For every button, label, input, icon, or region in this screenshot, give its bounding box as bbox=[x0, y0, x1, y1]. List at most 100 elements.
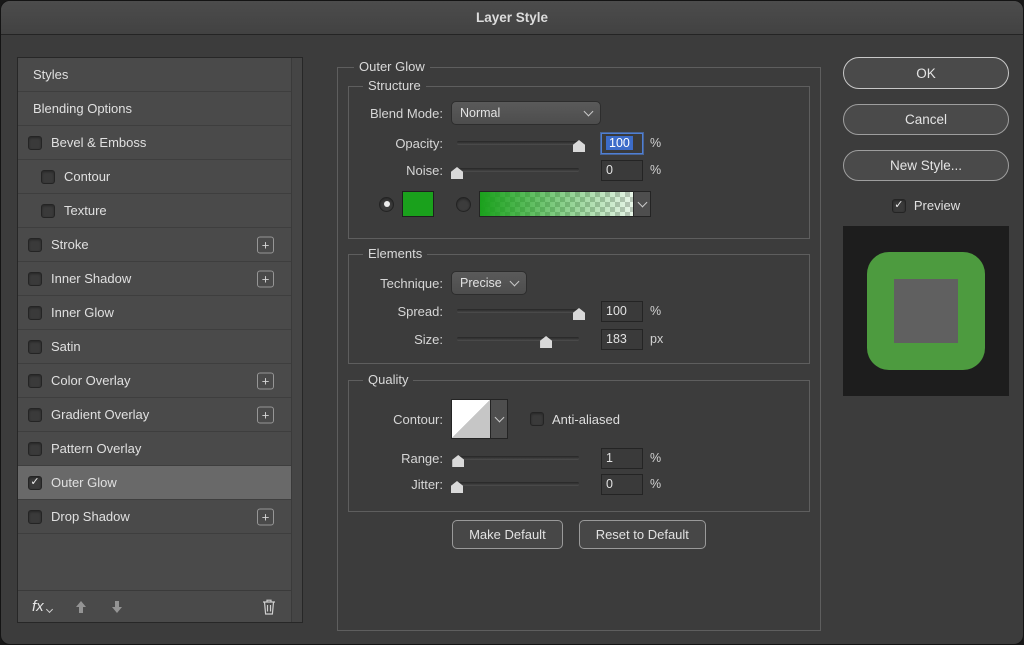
sidebar-item-styles[interactable]: Styles bbox=[18, 58, 291, 92]
gradient-picker-dropdown-button[interactable] bbox=[633, 192, 650, 216]
sidebar-item-label: Stroke bbox=[51, 237, 89, 252]
contour-picker[interactable] bbox=[451, 399, 508, 439]
size-row: Size: 183 px bbox=[349, 325, 809, 353]
structure-group: Structure Blend Mode: Normal Opacity: 10… bbox=[348, 78, 810, 239]
chevron-down-icon bbox=[637, 197, 647, 208]
add-gradient-overlay-button[interactable]: + bbox=[257, 406, 274, 423]
noise-slider-thumb[interactable] bbox=[451, 167, 463, 179]
texture-checkbox[interactable] bbox=[41, 203, 55, 218]
anti-aliased-label: Anti-aliased bbox=[552, 411, 620, 427]
noise-input[interactable]: 0 bbox=[601, 159, 643, 181]
jitter-label: Jitter: bbox=[411, 476, 443, 492]
spread-slider[interactable] bbox=[451, 301, 585, 321]
gradient-overlay-checkbox[interactable] bbox=[28, 407, 42, 422]
sidebar-item-bevel-emboss[interactable]: Bevel & Emboss bbox=[18, 126, 291, 160]
technique-select[interactable]: Precise bbox=[451, 271, 527, 295]
spread-input[interactable]: 100 bbox=[601, 300, 643, 322]
blend-mode-value: Normal bbox=[460, 106, 501, 120]
preview-toggle-row: ✓ Preview bbox=[843, 198, 1009, 213]
sidebar-item-satin[interactable]: Satin bbox=[18, 330, 291, 364]
opacity-slider-thumb[interactable] bbox=[573, 140, 585, 152]
sidebar-item-stroke[interactable]: Stroke + bbox=[18, 228, 291, 262]
sidebar-item-label: Inner Glow bbox=[51, 305, 114, 320]
noise-slider[interactable] bbox=[451, 160, 585, 180]
glow-color-swatch[interactable] bbox=[402, 191, 434, 217]
sidebar-scrollbar[interactable] bbox=[291, 58, 302, 622]
preview-checkbox[interactable]: ✓ bbox=[891, 198, 906, 213]
noise-label: Noise: bbox=[406, 162, 443, 178]
contour-dropdown-button[interactable] bbox=[491, 399, 508, 439]
drop-shadow-checkbox[interactable] bbox=[28, 509, 42, 524]
preview-layer-square bbox=[894, 279, 958, 343]
size-input[interactable]: 183 bbox=[601, 328, 643, 350]
jitter-slider-thumb[interactable] bbox=[451, 481, 463, 493]
sidebar-item-label: Gradient Overlay bbox=[51, 407, 150, 422]
elements-group: Elements Technique: Precise Spread: 100 bbox=[348, 246, 810, 364]
inner-shadow-checkbox[interactable] bbox=[28, 271, 42, 286]
jitter-input[interactable]: 0 bbox=[601, 473, 643, 495]
glow-gradient-picker[interactable] bbox=[479, 191, 651, 217]
jitter-slider[interactable] bbox=[451, 474, 585, 494]
opacity-label: Opacity: bbox=[395, 135, 443, 151]
contour-checkbox[interactable] bbox=[41, 169, 55, 184]
contour-label: Contour: bbox=[393, 411, 443, 427]
sidebar-item-outer-glow[interactable]: ✓ Outer Glow bbox=[18, 466, 291, 500]
sidebar-item-inner-shadow[interactable]: Inner Shadow + bbox=[18, 262, 291, 296]
range-slider-thumb[interactable] bbox=[452, 455, 465, 467]
spread-slider-thumb[interactable] bbox=[573, 308, 585, 320]
sidebar-item-color-overlay[interactable]: Color Overlay + bbox=[18, 364, 291, 398]
add-color-overlay-button[interactable]: + bbox=[257, 372, 274, 389]
sidebar-item-blending-options[interactable]: Blending Options bbox=[18, 92, 291, 126]
opacity-row: Opacity: 100 % bbox=[349, 129, 809, 157]
quality-group-title: Quality bbox=[363, 372, 414, 388]
sidebar-item-gradient-overlay[interactable]: Gradient Overlay + bbox=[18, 398, 291, 432]
stroke-checkbox[interactable] bbox=[28, 237, 42, 252]
blend-mode-select[interactable]: Normal bbox=[451, 101, 601, 125]
bevel-emboss-checkbox[interactable] bbox=[28, 135, 42, 150]
structure-group-title: Structure bbox=[363, 78, 426, 94]
up-arrow-icon bbox=[75, 600, 86, 613]
new-style-button[interactable]: New Style... bbox=[843, 150, 1009, 181]
sidebar-item-contour[interactable]: Contour bbox=[18, 160, 291, 194]
sidebar-item-inner-glow[interactable]: Inner Glow bbox=[18, 296, 291, 330]
range-input[interactable]: 1 bbox=[601, 447, 643, 469]
sidebar-item-label: Satin bbox=[51, 339, 81, 354]
pattern-overlay-checkbox[interactable] bbox=[28, 441, 42, 456]
dialog-titlebar[interactable]: Layer Style bbox=[1, 1, 1023, 35]
contour-thumbnail[interactable] bbox=[451, 399, 491, 439]
glow-color-radio[interactable] bbox=[379, 196, 394, 212]
sidebar-item-pattern-overlay[interactable]: Pattern Overlay bbox=[18, 432, 291, 466]
range-value: 1 bbox=[606, 451, 613, 465]
make-default-button[interactable]: Make Default bbox=[452, 520, 563, 549]
sidebar-item-texture[interactable]: Texture bbox=[18, 194, 291, 228]
add-drop-shadow-button[interactable]: + bbox=[257, 508, 274, 525]
outer-glow-checkbox[interactable]: ✓ bbox=[28, 475, 42, 490]
satin-checkbox[interactable] bbox=[28, 339, 42, 354]
cancel-button[interactable]: Cancel bbox=[843, 104, 1009, 135]
ok-button[interactable]: OK bbox=[843, 57, 1009, 89]
anti-aliased-checkbox[interactable] bbox=[530, 412, 544, 426]
opacity-input[interactable]: 100 bbox=[601, 132, 643, 154]
size-slider[interactable] bbox=[451, 329, 585, 349]
fx-menu-button[interactable]: fx bbox=[32, 598, 53, 615]
sidebar-item-drop-shadow[interactable]: Drop Shadow + bbox=[18, 500, 291, 534]
color-overlay-checkbox[interactable] bbox=[28, 373, 42, 388]
inner-glow-checkbox[interactable] bbox=[28, 305, 42, 320]
technique-label: Technique: bbox=[380, 275, 443, 291]
glow-gradient-radio[interactable] bbox=[456, 196, 471, 212]
size-slider-thumb[interactable] bbox=[540, 336, 553, 348]
range-slider[interactable] bbox=[451, 448, 585, 468]
add-inner-shadow-button[interactable]: + bbox=[257, 270, 274, 287]
move-effect-down-button[interactable] bbox=[110, 600, 124, 614]
move-effect-up-button[interactable] bbox=[74, 600, 88, 614]
sidebar-item-label: Pattern Overlay bbox=[51, 441, 142, 456]
opacity-slider[interactable] bbox=[451, 133, 585, 153]
add-stroke-button[interactable]: + bbox=[257, 236, 274, 253]
plus-icon: + bbox=[261, 373, 270, 388]
sidebar-footer-toolbar: fx bbox=[18, 590, 291, 622]
styles-list-panel: Styles Blending Options Bevel & Emboss C… bbox=[17, 57, 303, 623]
reset-to-default-button[interactable]: Reset to Default bbox=[578, 520, 706, 549]
size-value: 183 bbox=[606, 332, 627, 346]
delete-effect-button[interactable] bbox=[261, 598, 277, 616]
spread-unit: % bbox=[650, 304, 662, 318]
